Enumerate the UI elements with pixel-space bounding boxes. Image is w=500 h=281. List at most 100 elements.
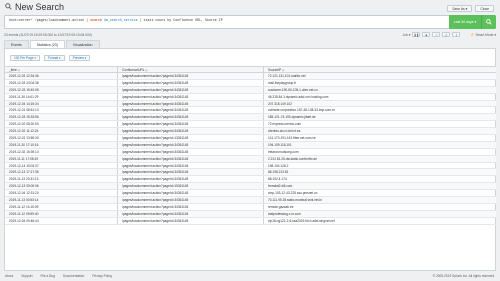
cell-time[interactable]: 2019-12-02 16:39:14	[5, 149, 117, 155]
cell-confluence-url[interactable]: /pages/loadcomment.action?pageId=3436114…	[117, 107, 263, 114]
per-page-dropdown[interactable]: 100 Per Page ▾	[10, 55, 40, 61]
pause-icon[interactable]: ❚❚	[412, 31, 421, 38]
footer-link-file-bug[interactable]: File a Bug	[41, 274, 55, 278]
table-row: 2019-11-30 14:01:29/pages/loadcomment.ac…	[5, 93, 496, 101]
cell-source-ip[interactable]: 207.318.149.102	[263, 100, 496, 107]
cell-source-ip[interactable]: 198.104.128.2	[263, 162, 496, 169]
cell-confluence-url[interactable]: /pages/loadcomment.action?pageId=3436114…	[117, 100, 263, 107]
cell-confluence-url[interactable]: /pages/loadcomment.action?pageId=3436114…	[117, 73, 263, 79]
table-row: 2019-12-04 14:15:34/pages/loadcomment.ac…	[5, 100, 496, 108]
table-controls: 100 Per Page ▾ Format ▾ Preview ▾	[10, 55, 91, 61]
cell-time[interactable]: 2019-11-12 09:59:40	[5, 211, 117, 217]
cell-confluence-url[interactable]: /pages/loadcomment.action?pageId=3436114…	[117, 121, 263, 128]
cell-confluence-url[interactable]: /pages/loadcomment.action?pageId=3436114…	[117, 128, 263, 135]
cell-confluence-url[interactable]: /pages/loadcomment.action?pageId=3436114…	[117, 169, 263, 176]
cell-time[interactable]: 2019-12-04 09:46:44	[5, 218, 117, 224]
cell-time[interactable]: 2019-12-13 09:00:06	[5, 183, 117, 189]
cell-time[interactable]: 2019-12-04 14:15:34	[5, 101, 117, 107]
cell-confluence-url[interactable]: /pages/loadcomment.action?pageId=3436114…	[117, 210, 263, 217]
cell-source-ip[interactable]: 72.121.131.101.mailbc.net	[263, 73, 496, 79]
cell-source-ip[interactable]: ireland.mudsoeg.com	[263, 148, 496, 155]
cell-source-ip[interactable]: 70.111.95.35.static.mumbai.vsnl.net.in	[263, 197, 496, 203]
footer-link-about[interactable]: About	[5, 274, 13, 278]
column-header-confluence-url[interactable]: ConfluenceURL ◇	[117, 67, 263, 72]
search-submit-button[interactable]	[482, 15, 496, 29]
cell-source-ip[interactable]: colinsite.corporativo.187-48-138-33.tmp.…	[263, 107, 496, 114]
cell-confluence-url[interactable]: /pages/loadcomment.action?pageId=3436114…	[117, 141, 263, 148]
cell-confluence-url[interactable]: /pages/loadcomment.action?pageId=3436114…	[117, 176, 263, 183]
cell-confluence-url[interactable]: /pages/loadcomment.action?pageId=3436114…	[117, 197, 263, 203]
cell-source-ip[interactable]: 114-170-191-161.fiber.net.com.ve	[263, 135, 496, 141]
cell-time[interactable]: 2019-11-30 17:10:16	[5, 142, 117, 148]
cell-confluence-url[interactable]: /pages/loadcomment.action?pageId=1536114…	[117, 183, 263, 190]
cell-time[interactable]: 2019-12-13 17:17:35	[5, 169, 117, 175]
cell-confluence-url[interactable]: /pages/loadcomment.action?pageId=3436114…	[117, 190, 263, 197]
cell-source-ip[interactable]: fremdat2.dill.com	[263, 183, 496, 190]
cell-time[interactable]: 2019-12-03 23:04:38	[5, 80, 117, 86]
cell-confluence-url[interactable]: /pages/loadcomment.action?pageId=1336114…	[117, 135, 263, 141]
table-row: 2019-12-03 15:40:08/pages/loadcomment.ac…	[5, 86, 496, 94]
cell-confluence-url[interactable]: /pages/loadcomment.action?pageId=3436114…	[117, 93, 263, 100]
cell-source-ip[interactable]: mail.theplaygroup.fr	[263, 79, 496, 86]
cell-time[interactable]: 2019-12-02 08:20:53	[5, 121, 117, 127]
cell-time[interactable]: 2019-11-11 17:08:19	[5, 156, 117, 162]
cell-source-ip[interactable]: trialprofessing.c.m.com	[263, 210, 496, 217]
cell-time[interactable]: 2019-12-01 13:55:30	[5, 135, 117, 141]
table-row: 2019-12-14 15:03:37/pages/loadcomment.ac…	[5, 162, 496, 170]
save-as-button[interactable]: Save As ▾	[447, 5, 473, 12]
cell-source-ip[interactable]: customer.190-60-105-1.uber.net.co	[263, 86, 496, 93]
preview-dropdown[interactable]: Preview ▾	[68, 55, 91, 61]
cell-time[interactable]: 2019-11-30 14:01:29	[5, 94, 117, 100]
footer-link-privacy[interactable]: Privacy Policy	[92, 274, 112, 278]
cell-source-ip[interactable]: clientes.ctv.cl.ctvf.nt.es	[263, 128, 496, 135]
cell-time[interactable]: 2019-12-03 15:33:56	[5, 114, 117, 120]
footer-link-support[interactable]: Support	[21, 274, 32, 278]
close-button[interactable]: Close	[475, 5, 494, 12]
cell-confluence-url[interactable]: /pages/loadcomment.action?pageId=3436114…	[117, 203, 263, 210]
cell-time[interactable]: 2019-11-13 00:53:14	[5, 197, 117, 203]
footer-link-documentation[interactable]: Documentation	[63, 274, 84, 278]
cell-confluence-url[interactable]: /pages/loadcomment.action?pageId=3436114…	[117, 162, 263, 169]
export-icon[interactable]: ⇩	[452, 31, 461, 38]
cell-source-ip[interactable]: vip18-ng121-2-6-ksa2019.bb.b-adsl.singne…	[263, 217, 496, 224]
job-menu[interactable]: Job ▾	[402, 33, 410, 37]
cell-time[interactable]: 2019-12-03 15:40:08	[5, 87, 117, 93]
cell-source-ip[interactable]: 2.212.81.26.dsl.static.coreforfer.de	[263, 155, 496, 162]
table-row: 2019-12-04 12:31:20/pages/loadcomment.ac…	[5, 190, 496, 198]
cell-confluence-url[interactable]: /pages/loadcomment.action?pageId=3436114…	[117, 79, 263, 86]
cell-time[interactable]: 2019-12-01 08:51:13	[5, 107, 117, 113]
cell-source-ip[interactable]: 72.express.mendo.com	[263, 121, 496, 128]
cell-source-ip[interactable]: 185-121-74-190.dynamic.jibatt.de	[263, 114, 496, 121]
column-header-time[interactable]: _time ◇	[5, 67, 117, 72]
cell-time[interactable]: 2019-12-03 12:34:36	[5, 73, 117, 79]
cell-confluence-url[interactable]: /pages/loadcomment.action?pageId=3436114…	[117, 114, 263, 121]
cell-source-ip[interactable]: 88.152.4.174	[263, 176, 496, 183]
tab-visualization[interactable]: Visualization	[65, 40, 100, 48]
search-mode-select[interactable]: ⚡ Smart Mode ▾	[470, 33, 496, 37]
print-icon[interactable]: ⎙	[442, 31, 451, 38]
column-header-source-ip[interactable]: SourceIP ◇	[263, 67, 496, 72]
cell-confluence-url[interactable]: /pages/loadcomment.action?pageId=3436114…	[117, 155, 263, 162]
cell-time[interactable]: 2019-12-14 15:03:37	[5, 163, 117, 169]
table-row: 2019-12-03 23:04:38/pages/loadcomment.ac…	[5, 79, 496, 87]
cell-source-ip[interactable]: cmp-103-12-43-225.ssu.pmsnet.co	[263, 190, 496, 197]
cell-confluence-url[interactable]: /pages/loadcomment.action?pageId=3436114…	[117, 217, 263, 224]
cell-source-ip[interactable]: remote.gazzab.es	[263, 203, 496, 210]
share-icon[interactable]: ↗	[432, 31, 441, 38]
format-dropdown[interactable]: Format ▾	[43, 55, 65, 61]
cell-source-ip[interactable]: 46.235.84.3.dynamic.adsl.ovh.hosting.com	[263, 93, 496, 100]
time-range-picker[interactable]: Last 30 days ▾	[449, 15, 482, 29]
cell-time[interactable]: 2019-12-02 11:12:24	[5, 128, 117, 134]
search-input[interactable]: host=server* /pages/loadcomment.action |…	[4, 15, 449, 29]
cell-time[interactable]: 2019-11-13 23:31:13	[5, 176, 117, 182]
cell-source-ip[interactable]: 194.109.118.101	[263, 141, 496, 148]
query-part-4: | stats count by Confluence URL, Source …	[137, 18, 223, 22]
tab-events[interactable]: Events	[4, 40, 29, 48]
cell-time[interactable]: 2019-12-04 12:31:20	[5, 190, 117, 196]
cell-time[interactable]: 2019-11-12 14:15:09	[5, 204, 117, 210]
cell-confluence-url[interactable]: /pages/loadcomment.action?pageId=3436114…	[117, 148, 263, 155]
stop-icon[interactable]: ■	[422, 31, 431, 38]
cell-confluence-url[interactable]: /pages/loadcomment.action?pageId=3436114…	[117, 86, 263, 93]
tab-statistics[interactable]: Statistics (23)	[29, 40, 65, 48]
cell-source-ip[interactable]: 88.198.213.81	[263, 169, 496, 176]
